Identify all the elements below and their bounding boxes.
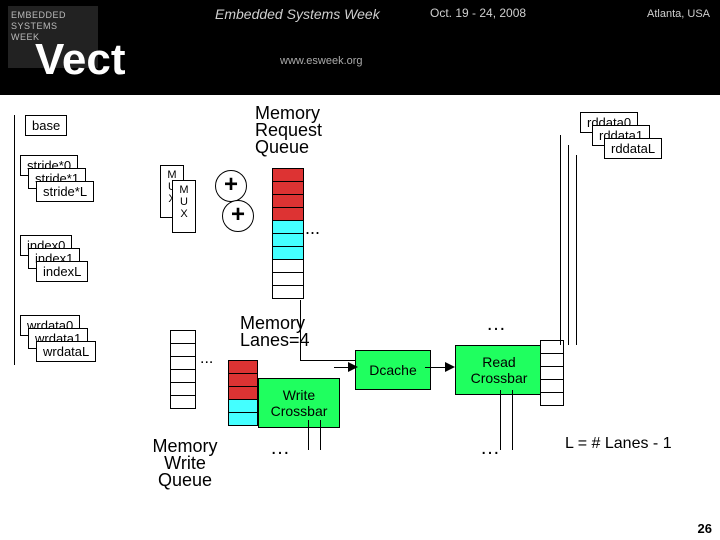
rd-bus-0 (560, 135, 561, 345)
mrq-label: Memory Request Queue (255, 105, 322, 156)
slide-title-partial: Vect (35, 35, 126, 85)
input-wrdataL: wrdataL (36, 341, 96, 362)
input-bus-line (14, 115, 15, 365)
memory-request-queue (272, 168, 304, 299)
header-right: Atlanta, USA (647, 8, 710, 20)
wr-lane-queue (170, 330, 196, 409)
ellipsis-addr: ... (305, 220, 320, 237)
logo-line2: SYSTEMS (11, 21, 58, 31)
header-date: Oct. 19 - 24, 2008 (430, 6, 526, 20)
input-base: base (25, 115, 67, 136)
rd-bus-1 (568, 145, 569, 345)
rd-bus-2 (576, 155, 577, 345)
write-crossbar-queue (228, 360, 258, 426)
mwq-label: Memory Write Queue (140, 438, 230, 489)
output-rddataL: rddataL (604, 138, 662, 159)
ellipsis-bottom-left: … (270, 440, 290, 457)
adder-0: + (215, 170, 247, 202)
header-title: Embedded Systems Week (215, 6, 380, 22)
ellipsis-wrlane: ... (200, 350, 213, 367)
mux-1: M U X (172, 180, 196, 233)
arrow-from-dcache (445, 362, 455, 372)
ellipsis-read: … (486, 316, 506, 333)
header-banner: EMBEDDED SYSTEMS WEEK Embedded Systems W… (0, 0, 720, 95)
header-url: www.esweek.org (280, 55, 363, 67)
dcache: Dcache (355, 350, 431, 390)
wxbar-drop-0 (308, 420, 309, 450)
adder-1: + (222, 200, 254, 232)
input-indexL: indexL (36, 261, 88, 282)
rxbar-drop-0 (500, 390, 501, 450)
lane-wire-0h (300, 360, 355, 361)
arrow-to-dcache (348, 362, 358, 372)
lane-wire-0 (300, 300, 301, 360)
page-number: 26 (698, 521, 712, 536)
ellipsis-bottom-right: … (480, 440, 500, 457)
read-output-queue (540, 340, 564, 406)
lanes-eqn: L = # Lanes - 1 (565, 435, 672, 452)
input-strideL: stride*L (36, 181, 94, 202)
read-crossbar: Read Crossbar (455, 345, 543, 395)
logo-line1: EMBEDDED (11, 10, 66, 20)
write-crossbar: Write Crossbar (258, 378, 340, 428)
rxbar-drop-1 (512, 390, 513, 450)
wxbar-drop-1 (320, 420, 321, 450)
